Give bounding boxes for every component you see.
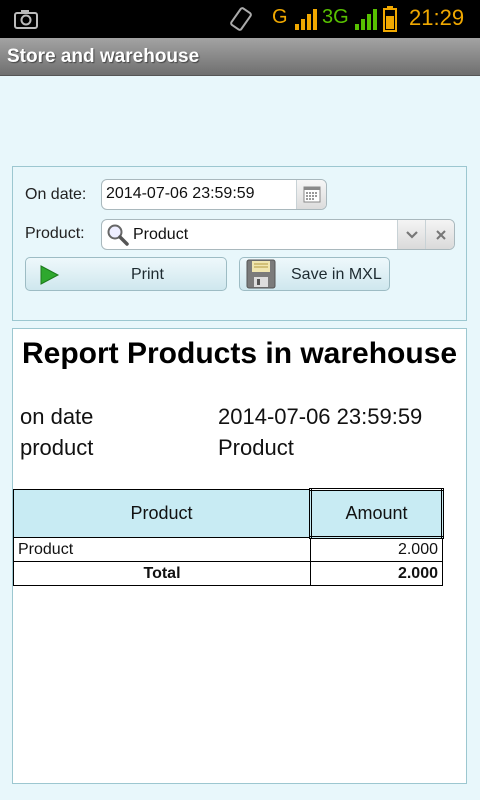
close-icon <box>436 230 446 240</box>
calendar-icon <box>303 186 321 203</box>
signal-icon <box>354 8 378 34</box>
total-label: Total <box>13 561 311 586</box>
table-row: Product 2.000 <box>13 537 443 562</box>
app-title-bar: Store and warehouse <box>0 38 480 76</box>
param-name-date: on date <box>20 404 94 429</box>
camera-icon <box>14 9 38 33</box>
print-button-label: Print <box>131 266 164 283</box>
floppy-disk-icon <box>246 259 276 293</box>
search-icon <box>106 223 130 249</box>
screen-rotation-icon <box>228 6 254 36</box>
table-total-row: Total 2.000 <box>13 561 443 586</box>
play-icon <box>38 264 60 290</box>
signal-icon <box>294 8 318 34</box>
product-label: Product: <box>25 225 85 242</box>
total-amount: 2.000 <box>310 561 443 586</box>
app-title: Store and warehouse <box>7 46 200 67</box>
save-mxl-button[interactable]: Save in MXL <box>239 257 390 291</box>
product-input[interactable]: Product <box>101 219 455 250</box>
table-header-row: Product Amount <box>13 488 444 539</box>
report-parameters-panel: On date: 2014-07-06 23:59:59 Product: Pr… <box>12 166 467 321</box>
product-clear-button[interactable] <box>425 220 454 249</box>
report-panel: Report Products in warehouse on date 201… <box>12 328 467 784</box>
param-name-product: product <box>20 435 94 460</box>
param-value-product: Product <box>218 435 294 460</box>
cell-product: Product <box>13 537 311 562</box>
date-input[interactable]: 2014-07-06 23:59:59 <box>101 179 327 210</box>
column-header-amount: Amount <box>309 488 444 539</box>
calendar-button[interactable] <box>296 180 326 209</box>
column-header-product: Product <box>13 489 311 538</box>
date-input-value[interactable]: 2014-07-06 23:59:59 <box>106 185 255 203</box>
report-title: Report Products in warehouse <box>22 337 458 370</box>
status-time: 21:29 <box>409 5 465 30</box>
cell-amount: 2.000 <box>310 537 443 562</box>
report-table: Product Amount Product 2.000 Total 2.000 <box>13 488 444 586</box>
battery-icon <box>383 6 397 36</box>
print-button[interactable]: Print <box>25 257 227 291</box>
status-bar: G 3G 21:29 <box>0 0 480 38</box>
product-dropdown-button[interactable] <box>397 220 425 249</box>
product-input-value[interactable]: Product <box>133 226 188 244</box>
chevron-down-icon <box>406 231 418 239</box>
save-mxl-button-label: Save in MXL <box>291 266 382 283</box>
date-label: On date: <box>25 186 87 203</box>
param-value-date: 2014-07-06 23:59:59 <box>218 404 423 429</box>
network-g-label: G <box>272 6 288 28</box>
network-3g-label: 3G <box>322 6 349 28</box>
